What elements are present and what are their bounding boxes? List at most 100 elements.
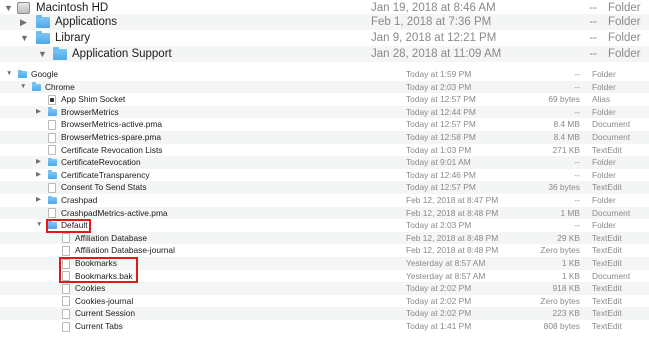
item-kind: Document	[592, 132, 631, 142]
disclosure-closed-icon[interactable]: ▶	[36, 106, 41, 119]
item-name: Consent To Send Stats	[61, 182, 147, 193]
item-kind: Folder	[608, 48, 641, 60]
item-kind: TextEdit	[592, 258, 622, 268]
folder-icon	[36, 31, 50, 44]
item-date: Today at 1:41 PM	[406, 321, 472, 331]
item-kind: Folder	[592, 81, 616, 92]
disclosure-open-icon[interactable]: ▼	[36, 219, 42, 232]
document-icon	[62, 271, 70, 282]
item-name: Application Support	[72, 48, 172, 60]
list-row-bookmarks-bak[interactable]: Bookmarks.bak Yesterday at 8:57 AM 1 KB …	[0, 270, 649, 283]
item-date: Feb 1, 2018 at 7:36 PM	[371, 16, 492, 28]
disclosure-open-icon[interactable]: ▼	[6, 68, 12, 81]
row-applications[interactable]: ▶ Applications Feb 1, 2018 at 7:36 PM --…	[0, 14, 649, 30]
item-size: 8.4 MB	[553, 132, 580, 142]
list-row-app-shim-socket[interactable]: App Shim Socket Today at 12:57 PM 69 byt…	[0, 93, 649, 106]
item-name: Cookies-journal	[75, 295, 134, 306]
list-row-chrome[interactable]: ▼ Chrome Today at 2:03 PM -- Folder	[0, 80, 649, 94]
item-date: Yesterday at 8:57 AM	[406, 258, 486, 268]
list-row-certificaterevocation[interactable]: ▶ CertificateRevocation Today at 9:01 AM…	[0, 156, 649, 169]
list-row-crashpadmetrics-active[interactable]: CrashpadMetrics-active.pma Feb 12, 2018 …	[0, 206, 649, 220]
item-kind: Folder	[592, 106, 616, 117]
text-document-icon	[62, 258, 70, 269]
item-size: --	[574, 195, 580, 205]
list-row-bookmarks[interactable]: Bookmarks Yesterday at 8:57 AM 1 KB Text…	[0, 257, 649, 270]
item-date: Jan 9, 2018 at 12:21 PM	[371, 32, 497, 44]
item-kind: Folder	[608, 32, 641, 44]
disclosure-closed-icon[interactable]: ▶	[36, 169, 41, 182]
item-name: Affiliation Database	[75, 232, 148, 243]
item-name: Chrome	[45, 81, 75, 92]
item-date: Today at 12:57 PM	[406, 94, 476, 105]
item-size: Zero bytes	[540, 295, 580, 306]
item-kind: Folder	[592, 195, 616, 205]
item-name: Current Session	[75, 308, 136, 319]
item-name: Google	[31, 69, 59, 79]
list-row-certificatetransparency[interactable]: ▶ CertificateTransparency Today at 12:46…	[0, 169, 649, 182]
item-kind: TextEdit	[592, 245, 622, 256]
list-row-certificate-revocation-lists[interactable]: Certificate Revocation Lists Today at 1:…	[0, 144, 649, 157]
item-kind: TextEdit	[592, 308, 622, 319]
item-date: Today at 2:02 PM	[406, 295, 472, 306]
folder-icon	[48, 195, 57, 204]
list-row-current-session[interactable]: Current Session Today at 2:02 PM 223 KB …	[0, 307, 649, 320]
list-row-affiliation-database-journal[interactable]: Affiliation Database-journal Feb 12, 201…	[0, 244, 649, 257]
list-row-cookies-journal[interactable]: Cookies-journal Today at 2:02 PM Zero by…	[0, 295, 649, 308]
item-size: 36 bytes	[548, 182, 580, 193]
text-document-icon	[62, 321, 70, 332]
item-size: 1 MB	[560, 207, 580, 218]
disclosure-closed-icon[interactable]: ▶	[36, 156, 41, 169]
item-kind: Folder	[592, 220, 616, 231]
disclosure-closed-icon[interactable]: ▶	[20, 14, 27, 30]
list-row-default[interactable]: ▼ Default Today at 2:03 PM -- Folder	[0, 219, 649, 232]
list-row-browsermetrics[interactable]: ▶ BrowserMetrics Today at 12:44 PM -- Fo…	[0, 105, 649, 119]
list-row-consent-to-send-stats[interactable]: Consent To Send Stats Today at 12:57 PM …	[0, 181, 649, 194]
item-size: 223 KB	[552, 308, 580, 319]
text-document-icon	[62, 233, 70, 244]
document-icon	[48, 208, 56, 219]
item-name: Applications	[55, 16, 118, 28]
item-name: CertificateRevocation	[61, 157, 141, 168]
item-size: --	[574, 81, 580, 92]
item-date: Feb 12, 2018 at 8:48 PM	[406, 245, 499, 256]
disclosure-closed-icon[interactable]: ▶	[36, 194, 41, 207]
disclosure-open-icon[interactable]: ▼	[20, 30, 29, 46]
item-kind: Folder	[592, 169, 616, 180]
hard-drive-icon	[17, 2, 30, 14]
item-date: Today at 12:58 PM	[406, 132, 476, 142]
row-application-support[interactable]: ▼ Application Support Jan 28, 2018 at 11…	[0, 46, 649, 62]
item-date: Today at 12:44 PM	[406, 106, 476, 117]
list-row-google[interactable]: ▼ Google Today at 1:59 PM -- Folder	[0, 68, 649, 81]
row-library[interactable]: ▼ Library Jan 9, 2018 at 12:21 PM -- Fol…	[0, 30, 649, 46]
list-row-affiliation-database[interactable]: Affiliation Database Feb 12, 2018 at 8:4…	[0, 231, 649, 245]
item-kind: TextEdit	[592, 144, 622, 155]
item-name: Library	[55, 32, 91, 44]
item-name: Default	[61, 220, 88, 231]
text-document-icon	[62, 245, 70, 256]
disclosure-open-icon[interactable]: ▼	[38, 46, 47, 62]
folder-icon	[36, 15, 50, 28]
item-name: CrashpadMetrics-active.pma	[61, 207, 168, 218]
folder-icon	[48, 157, 57, 167]
item-size: 69 bytes	[548, 94, 580, 105]
item-size: 271 KB	[552, 144, 580, 155]
text-document-icon	[62, 283, 70, 294]
item-size: Zero bytes	[540, 245, 580, 256]
disclosure-open-icon[interactable]: ▼	[20, 81, 26, 94]
text-document-icon	[62, 308, 70, 319]
folder-icon	[53, 47, 67, 60]
list-row-crashpad[interactable]: ▶ Crashpad Feb 12, 2018 at 8:47 PM -- Fo…	[0, 194, 649, 207]
list-row-browsermetrics-spare[interactable]: BrowserMetrics-spare.pma Today at 12:58 …	[0, 131, 649, 144]
item-size: 808 bytes	[543, 321, 580, 331]
item-date: Jan 28, 2018 at 11:09 AM	[371, 48, 502, 60]
list-row-cookies[interactable]: Cookies Today at 2:02 PM 918 KB TextEdit	[0, 282, 649, 295]
item-size: 1 KB	[561, 270, 580, 281]
item-name: BrowserMetrics-spare.pma	[61, 132, 162, 142]
list-row-browsermetrics-active[interactable]: BrowserMetrics-active.pma Today at 12:57…	[0, 118, 649, 131]
document-icon	[48, 132, 56, 143]
item-kind: TextEdit	[592, 232, 622, 243]
list-row-current-tabs[interactable]: Current Tabs Today at 1:41 PM 808 bytes …	[0, 320, 649, 333]
item-date: Today at 1:59 PM	[406, 69, 472, 79]
item-kind: Alias	[592, 94, 611, 105]
text-document-icon	[48, 145, 56, 156]
